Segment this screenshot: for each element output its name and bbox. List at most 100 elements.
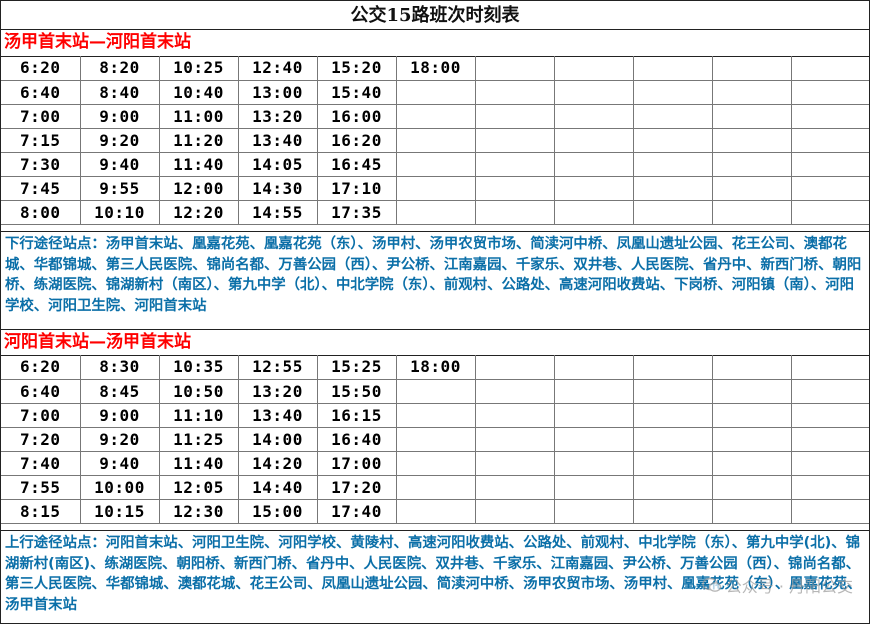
time-row: 7:45 9:55 12:00 14:30 17:10 (1, 175, 869, 201)
departure-time: 16:20 (316, 127, 397, 153)
departure-time: 15:25 (316, 355, 397, 380)
time-row: 7:30 9:40 11:40 14:05 16:45 (1, 151, 869, 177)
departure-time: 6:40 (1, 378, 81, 404)
departure-time: 16:45 (316, 151, 397, 177)
route-header-upbound: 河阳首末站—汤甲首末站 (1, 329, 869, 356)
departure-time: 15:40 (316, 79, 397, 105)
departure-time: 18:00 (395, 355, 476, 380)
empty-cell (474, 355, 555, 380)
time-row: 6:40 8:40 10:40 13:00 15:40 (1, 79, 869, 105)
departure-time: 10:00 (79, 474, 160, 500)
departure-time: 8:30 (79, 355, 160, 380)
empty-cell (632, 127, 713, 153)
departure-time: 11:10 (158, 402, 239, 428)
departure-time: 14:30 (237, 175, 318, 201)
empty-cell (790, 402, 869, 428)
departure-time: 7:40 (1, 450, 81, 476)
empty-cell (711, 498, 792, 524)
departure-time: 13:20 (237, 103, 318, 129)
empty-cell (632, 498, 713, 524)
departure-time: 12:20 (158, 199, 239, 225)
empty-cell (632, 56, 713, 81)
empty-cell (790, 378, 869, 404)
empty-cell (395, 103, 476, 129)
empty-cell (553, 426, 634, 452)
departure-time: 9:20 (79, 426, 160, 452)
page-title: 公交15路班次时刻表 (1, 1, 869, 30)
empty-cell (790, 474, 869, 500)
stops-list-downbound: 下行途径站点：汤甲首末站、凰嘉花苑、凰嘉花苑（东）、汤甲村、汤甲农贸市场、简渎河… (1, 231, 869, 328)
departure-time: 11:40 (158, 151, 239, 177)
departure-time: 14:00 (237, 426, 318, 452)
departure-time: 7:55 (1, 474, 81, 500)
empty-cell (632, 450, 713, 476)
empty-cell (474, 175, 555, 201)
empty-cell (711, 378, 792, 404)
empty-cell (553, 127, 634, 153)
departure-time: 9:40 (79, 450, 160, 476)
time-row: 7:00 9:00 11:00 13:20 16:00 (1, 103, 869, 129)
empty-cell (790, 151, 869, 177)
timetable-upbound: 6:20 8:30 10:35 12:55 15:25 18:00 6:40 8:45 10:5… (1, 355, 869, 524)
time-row: 6:40 8:45 10:50 13:20 15:50 (1, 378, 869, 404)
empty-cell (474, 378, 555, 404)
empty-cell (553, 56, 634, 81)
time-row: 7:00 9:00 11:10 13:40 16:15 (1, 402, 869, 428)
departure-time: 10:50 (158, 378, 239, 404)
departure-time: 12:40 (237, 56, 318, 81)
departure-time: 11:20 (158, 127, 239, 153)
empty-cell (790, 199, 869, 225)
empty-cell (395, 402, 476, 428)
departure-time: 15:20 (316, 56, 397, 81)
departure-time: 10:35 (158, 355, 239, 380)
empty-cell (711, 151, 792, 177)
empty-cell (711, 79, 792, 105)
departure-time: 7:30 (1, 151, 81, 177)
empty-cell (711, 450, 792, 476)
wechat-icon (702, 577, 721, 592)
departure-time: 9:00 (79, 402, 160, 428)
departure-time: 17:35 (316, 199, 397, 225)
departure-time: 13:40 (237, 402, 318, 428)
empty-cell (790, 450, 869, 476)
empty-cell (395, 127, 476, 153)
empty-cell (474, 56, 555, 81)
departure-time: 14:40 (237, 474, 318, 500)
departure-time: 8:45 (79, 378, 160, 404)
empty-cell (790, 355, 869, 380)
departure-time: 10:25 (158, 56, 239, 81)
time-row: 7:40 9:40 11:40 14:20 17:00 (1, 450, 869, 476)
empty-cell (553, 402, 634, 428)
empty-cell (395, 450, 476, 476)
departure-time: 17:40 (316, 498, 397, 524)
departure-time: 16:40 (316, 426, 397, 452)
departure-time: 6:40 (1, 79, 81, 105)
time-row: 7:55 10:00 12:05 14:40 17:20 (1, 474, 869, 500)
departure-time: 11:25 (158, 426, 239, 452)
empty-cell (790, 79, 869, 105)
empty-cell (711, 199, 792, 225)
departure-time: 17:00 (316, 450, 397, 476)
time-row: 7:15 9:20 11:20 13:40 16:20 (1, 127, 869, 153)
empty-cell (632, 378, 713, 404)
departure-time: 9:55 (79, 175, 160, 201)
empty-cell (711, 127, 792, 153)
departure-time: 16:00 (316, 103, 397, 129)
empty-cell (553, 199, 634, 225)
departure-time: 15:00 (237, 498, 318, 524)
departure-time: 13:20 (237, 378, 318, 404)
empty-cell (395, 151, 476, 177)
time-row: 7:20 9:20 11:25 14:00 16:40 (1, 426, 869, 452)
empty-cell (790, 498, 869, 524)
empty-cell (474, 474, 555, 500)
empty-cell (474, 498, 555, 524)
departure-time: 10:40 (158, 79, 239, 105)
empty-cell (395, 474, 476, 500)
departure-time: 7:00 (1, 103, 81, 129)
empty-cell (711, 56, 792, 81)
watermark-text: 公众号 · 丹阳公交 (725, 577, 853, 596)
timetable-sheet: 公交15路班次时刻表 汤甲首末站—河阳首末站 6:20 8:20 10:25 12:4… (0, 0, 870, 624)
watermark: 公众号 · 丹阳公交 (702, 573, 853, 597)
departure-time: 8:15 (1, 498, 81, 524)
departure-time: 7:15 (1, 127, 81, 153)
